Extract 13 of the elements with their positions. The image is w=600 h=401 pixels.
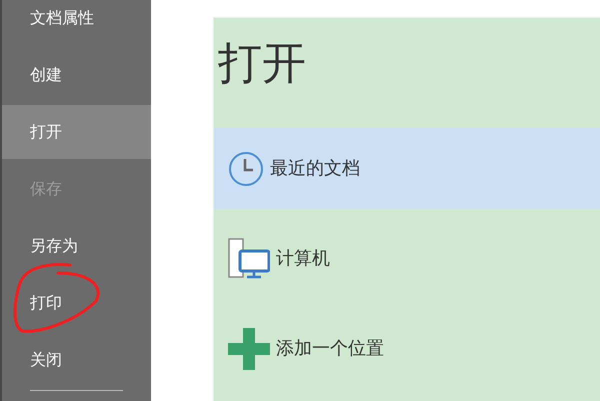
clock-icon <box>228 150 264 186</box>
sidebar-item[interactable]: 创建 <box>2 48 151 102</box>
panel-title: 打开 <box>217 37 306 91</box>
location-item[interactable]: 添加一个位置 <box>214 308 600 389</box>
sidebar-item[interactable]: 打开 <box>2 105 151 159</box>
computer-icon <box>228 236 270 280</box>
sidebar-item[interactable]: 关闭 <box>2 333 151 387</box>
location-item[interactable]: 最近的文档 <box>214 128 600 209</box>
plus-icon <box>228 328 270 370</box>
location-item[interactable]: 计算机 <box>214 218 600 299</box>
sidebar-item[interactable]: 另存为 <box>2 219 151 273</box>
sidebar-item[interactable]: 打印 <box>2 276 151 330</box>
sidebar-item[interactable]: 文档属性 <box>2 0 151 45</box>
